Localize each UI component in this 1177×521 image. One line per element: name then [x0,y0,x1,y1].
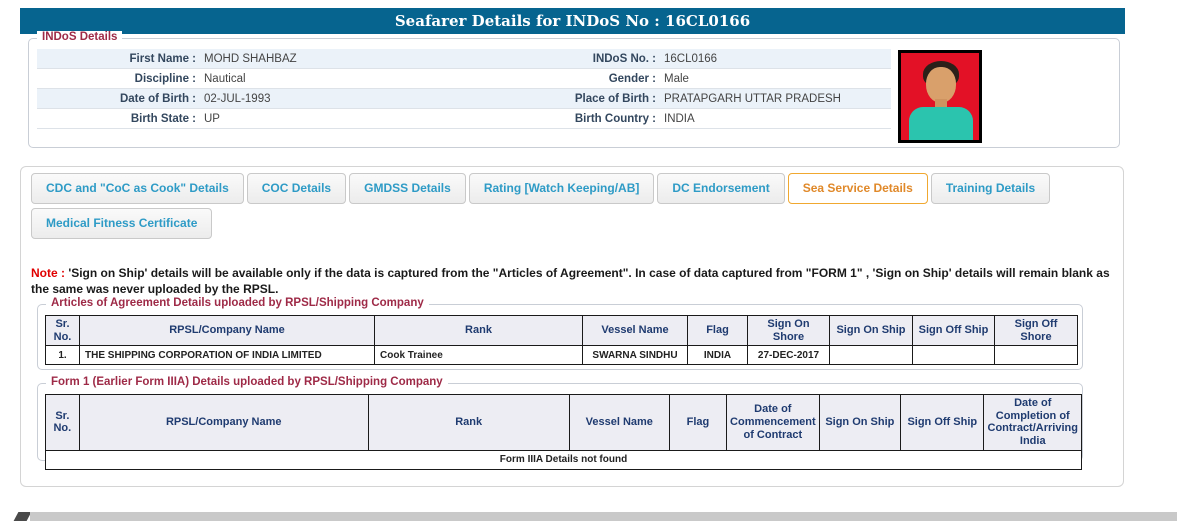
agreement-col-rank: Rank [374,314,583,347]
discipline-label: Discipline : [134,72,196,85]
agreement-col-sign-off-shore: Sign Off Shore [994,314,1078,347]
articles-of-agreement-section: Articles of Agreement Details uploaded b… [37,297,1083,370]
agreement-cell-sign-on-shore: 27-DEC-2017 [747,345,830,366]
form1-header-row: Sr. No. RPSL/Company Name Rank Vessel Na… [45,394,1082,451]
agreement-cell-company: THE SHIPPING CORPORATION OF INDIA LIMITE… [79,345,375,366]
form1-col-sign-on-ship: Sign On Ship [818,394,902,451]
form1-col-date-completion: Date of Completion of Contract/Arriving … [983,394,1082,451]
date-of-birth-value: 02-JUL-1993 [204,92,271,105]
form1-empty-message: Form IIIA Details not found [45,449,1082,470]
tab-row: CDC and "CoC as Cook" Details COC Detail… [31,173,1113,243]
birth-country-label: Birth Country : [574,112,656,125]
indos-details-grid: First Name : MOHD SHAHBAZ INDoS No. : 16… [37,49,891,129]
note-text: 'Sign on Ship' details will be available… [31,266,1110,297]
agreement-cell-sr-no: 1. [45,345,80,366]
photo-shirt-shape [909,107,973,140]
form1-section: Form 1 (Earlier Form IIIA) Details uploa… [37,376,1083,470]
agreement-col-vessel: Vessel Name [582,314,688,347]
indos-row-discipline: Discipline : Nautical Gender : Male [37,69,891,89]
page-title: Seafarer Details for INDoS No : 16CL0166 [20,8,1125,34]
gender-value: Male [664,72,689,85]
form1-col-vessel: Vessel Name [568,394,670,451]
agreement-col-sign-on-ship: Sign On Ship [829,314,913,347]
form1-col-flag: Flag [668,394,728,451]
form1-col-company: RPSL/Company Name [78,394,369,451]
tab-cdc-coc-as-cook-details[interactable]: CDC and "CoC as Cook" Details [31,173,244,204]
form1-col-rank: Rank [367,394,570,451]
tab-sea-service-details[interactable]: Sea Service Details [787,173,928,204]
details-tab-panel: CDC and "CoC as Cook" Details COC Detail… [20,166,1124,487]
agreement-col-sign-on-shore: Sign On Shore [747,314,830,347]
agreement-data-row: 1. THE SHIPPING CORPORATION OF INDIA LIM… [45,345,1078,366]
seafarer-photo [898,50,982,143]
tab-coc-details[interactable]: COC Details [246,173,347,204]
indos-row-first-name: First Name : MOHD SHAHBAZ INDoS No. : 16… [37,49,891,69]
indos-row-birth-state: Birth State : UP Birth Country : INDIA [37,109,891,129]
agreement-cell-sign-off-ship [912,345,995,366]
indos-no-value: 16CL0166 [664,52,718,65]
note-prefix: Note : [31,266,65,280]
tab-training-details[interactable]: Training Details [930,173,1051,204]
photo-face-shape [926,67,956,103]
horizontal-scrollbar[interactable] [30,512,1177,521]
agreement-cell-rank: Cook Trainee [374,345,583,366]
first-name-label: First Name : [129,52,196,65]
agreement-col-flag: Flag [687,314,748,347]
seafarer-details-page: Seafarer Details for INDoS No : 16CL0166… [0,0,1177,521]
form1-col-sr-no: Sr. No. [45,394,80,451]
form1-col-date-commencement: Date of Commencement of Contract [726,394,820,451]
form1-col-sign-off-ship: Sign Off Ship [900,394,985,451]
form1-table: Sr. No. RPSL/Company Name Rank Vessel Na… [45,394,1082,470]
agreement-cell-flag: INDIA [687,345,748,366]
bottom-corner-glyph [13,512,32,521]
indos-no-label: INDoS No. : [592,52,656,65]
indos-row-date-of-birth: Date of Birth : 02-JUL-1993 Place of Bir… [37,89,891,109]
details-tabs: CDC and "CoC as Cook" Details COC Detail… [21,167,1123,243]
articles-of-agreement-legend: Articles of Agreement Details uploaded b… [46,297,429,309]
indos-details-legend: INDoS Details [37,31,123,43]
tab-gmdss-details[interactable]: GMDSS Details [349,173,466,204]
agreement-cell-sign-off-shore [994,345,1078,366]
articles-of-agreement-table: Sr. No. RPSL/Company Name Rank Vessel Na… [45,314,1078,366]
gender-label: Gender : [608,72,656,85]
tab-rating-watch-keeping-ab[interactable]: Rating [Watch Keeping/AB] [468,173,655,204]
agreement-header-row: Sr. No. RPSL/Company Name Rank Vessel Na… [45,314,1078,347]
date-of-birth-label: Date of Birth : [119,92,196,105]
first-name-value: MOHD SHAHBAZ [204,52,297,65]
agreement-col-sign-off-ship: Sign Off Ship [912,314,995,347]
agreement-col-sr-no: Sr. No. [45,314,80,347]
agreement-col-company: RPSL/Company Name [79,314,375,347]
form1-empty-row: Form IIIA Details not found [45,449,1082,470]
discipline-value: Nautical [204,72,246,85]
place-of-birth-label: Place of Birth : [574,92,656,105]
place-of-birth-value: PRATAPGARH UTTAR PRADESH [664,92,841,105]
birth-state-value: UP [204,112,220,125]
tab-dc-endorsement[interactable]: DC Endorsement [657,173,785,204]
agreement-cell-sign-on-ship [829,345,913,366]
agreement-cell-vessel: SWARNA SINDHU [582,345,688,366]
tab-medical-fitness-certificate[interactable]: Medical Fitness Certificate [31,208,213,239]
sign-on-ship-note: Note : 'Sign on Ship' details will be av… [31,265,1113,297]
birth-country-value: INDIA [664,112,695,125]
birth-state-label: Birth State : [130,112,196,125]
form1-legend: Form 1 (Earlier Form IIIA) Details uploa… [46,376,448,388]
